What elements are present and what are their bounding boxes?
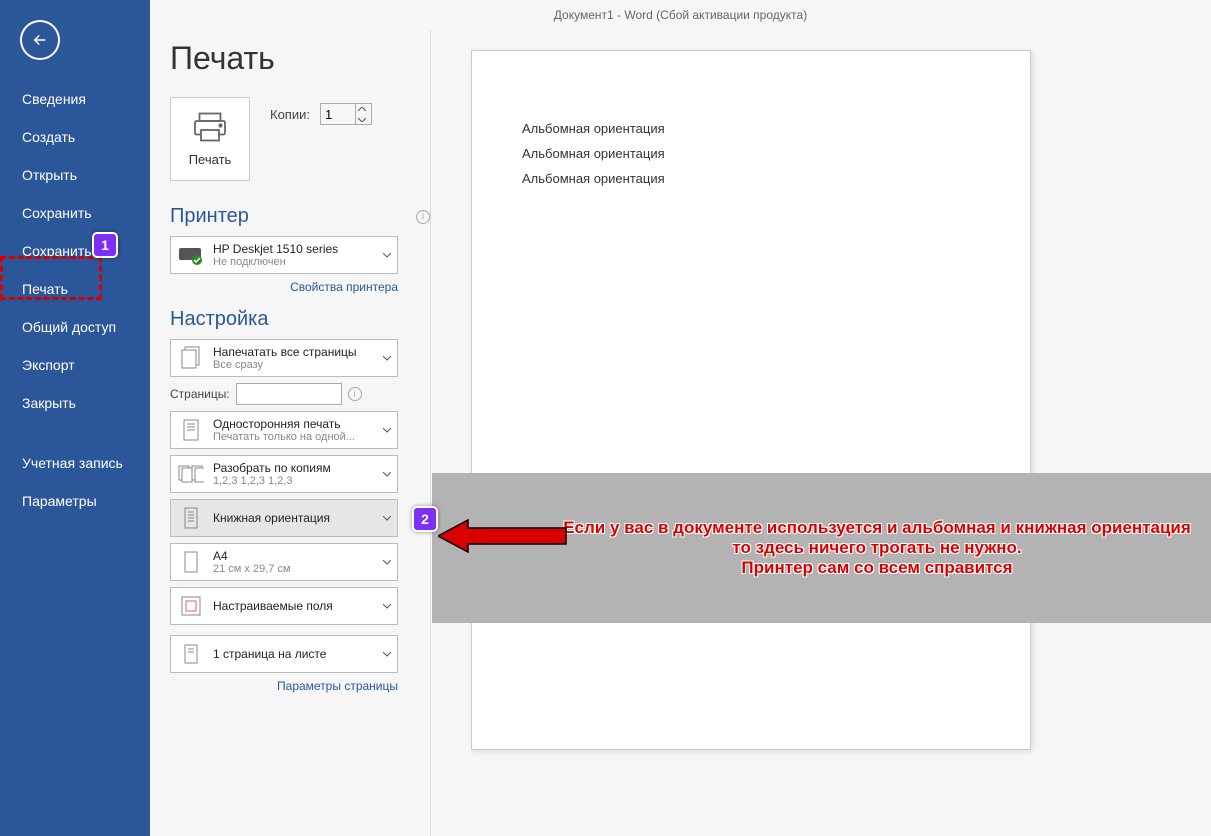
print-row: Печать Копии: bbox=[170, 97, 430, 181]
annotation-badge-1: 1 bbox=[92, 232, 118, 258]
main-area: Документ1 - Word (Сбой активации продукт… bbox=[150, 0, 1211, 836]
annotation-text-3: Принтер сам со всем справится bbox=[741, 558, 1012, 578]
margins-icon bbox=[177, 592, 205, 620]
copies-spinner[interactable] bbox=[320, 103, 372, 125]
chevron-down-icon bbox=[383, 652, 391, 657]
pages-input[interactable] bbox=[236, 383, 342, 405]
portrait-icon bbox=[177, 504, 205, 532]
orientation-combo[interactable]: Книжная ориентация bbox=[170, 499, 398, 537]
sidebar-item-account[interactable]: Учетная запись bbox=[0, 444, 150, 482]
printer-combo[interactable]: HP Deskjet 1510 series Не подключен bbox=[170, 236, 398, 274]
sidebar-item-print[interactable]: Печать bbox=[0, 270, 150, 308]
page-params-link[interactable]: Параметры страницы bbox=[170, 679, 398, 693]
copies-label: Копии: bbox=[270, 107, 310, 122]
sidebar-item-export[interactable]: Экспорт bbox=[0, 346, 150, 384]
annotation-text-1: Если у вас в документе используется и ал… bbox=[563, 518, 1191, 538]
print-range-combo[interactable]: Напечатать все страницы Все сразу bbox=[170, 339, 398, 377]
preview-line: Альбомная ориентация bbox=[522, 171, 980, 186]
sidebar-item-saveas[interactable]: Сохранить и bbox=[0, 232, 150, 270]
preview-line: Альбомная ориентация bbox=[522, 146, 980, 161]
printer-name: HP Deskjet 1510 series bbox=[213, 242, 375, 256]
page-title: Печать bbox=[170, 40, 430, 77]
info-icon[interactable]: i bbox=[348, 387, 362, 401]
page-icon bbox=[177, 416, 205, 444]
sidebar-item-save[interactable]: Сохранить bbox=[0, 194, 150, 232]
print-button[interactable]: Печать bbox=[170, 97, 250, 181]
content-row: Печать Печать Копии: bbox=[150, 30, 1211, 836]
copies-row: Копии: bbox=[270, 97, 372, 125]
printer-heading: Принтер i bbox=[170, 205, 430, 228]
annotation-text-2: то здесь ничего трогать не нужно. bbox=[732, 538, 1021, 558]
sidebar-item-info[interactable]: Сведения bbox=[0, 80, 150, 118]
chevron-down-icon bbox=[383, 516, 391, 521]
chevron-down-icon bbox=[383, 253, 391, 258]
pages-label: Страницы: bbox=[170, 387, 230, 401]
copies-input[interactable] bbox=[321, 107, 355, 122]
paper-combo[interactable]: A4 21 см x 29,7 см bbox=[170, 543, 398, 581]
sides-combo[interactable]: Односторонняя печать Печатать только на … bbox=[170, 411, 398, 449]
printer-device-icon bbox=[177, 241, 205, 269]
collate-icon bbox=[177, 460, 205, 488]
window-title: Документ1 - Word (Сбой активации продукт… bbox=[150, 0, 1211, 30]
app-root: Сведения Создать Открыть Сохранить Сохра… bbox=[0, 0, 1211, 836]
pages-row: Страницы: i bbox=[170, 383, 430, 405]
printer-status: Не подключен bbox=[213, 256, 375, 268]
paper-icon bbox=[177, 548, 205, 576]
chevron-down-icon bbox=[383, 604, 391, 609]
preview-column: Альбомная ориентация Альбомная ориентаци… bbox=[430, 30, 1211, 836]
print-settings-column: Печать Печать Копии: bbox=[150, 30, 430, 836]
copies-down[interactable] bbox=[355, 114, 369, 124]
per-sheet-icon bbox=[177, 640, 205, 668]
printer-icon bbox=[192, 112, 228, 142]
sidebar-item-close[interactable]: Закрыть bbox=[0, 384, 150, 422]
per-sheet-combo[interactable]: 1 страница на листе bbox=[170, 635, 398, 673]
settings-heading: Настройка bbox=[170, 308, 430, 331]
pages-icon bbox=[177, 344, 205, 372]
chevron-down-icon bbox=[358, 117, 366, 122]
sidebar-item-share[interactable]: Общий доступ bbox=[0, 308, 150, 346]
copies-up[interactable] bbox=[355, 104, 369, 114]
chevron-up-icon bbox=[358, 107, 366, 112]
annotation-badge-2: 2 bbox=[412, 506, 438, 532]
arrow-left-icon bbox=[31, 31, 49, 49]
back-button[interactable] bbox=[20, 20, 60, 60]
chevron-down-icon bbox=[383, 356, 391, 361]
chevron-down-icon bbox=[383, 472, 391, 477]
print-button-label: Печать bbox=[189, 152, 232, 167]
sidebar-item-new[interactable]: Создать bbox=[0, 118, 150, 156]
sidebar-item-options[interactable]: Параметры bbox=[0, 482, 150, 520]
info-icon[interactable]: i bbox=[416, 210, 430, 224]
printer-properties-link[interactable]: Свойства принтера bbox=[170, 280, 398, 294]
sidebar-item-open[interactable]: Открыть bbox=[0, 156, 150, 194]
preview-line: Альбомная ориентация bbox=[522, 121, 980, 136]
collate-combo[interactable]: Разобрать по копиям 1,2,3 1,2,3 1,2,3 bbox=[170, 455, 398, 493]
backstage-sidebar: Сведения Создать Открыть Сохранить Сохра… bbox=[0, 0, 150, 836]
chevron-down-icon bbox=[383, 428, 391, 433]
page-preview: Альбомная ориентация Альбомная ориентаци… bbox=[471, 50, 1031, 750]
chevron-down-icon bbox=[383, 560, 391, 565]
margins-combo[interactable]: Настраиваемые поля bbox=[170, 587, 398, 625]
annotation-arrow-icon bbox=[438, 516, 568, 556]
